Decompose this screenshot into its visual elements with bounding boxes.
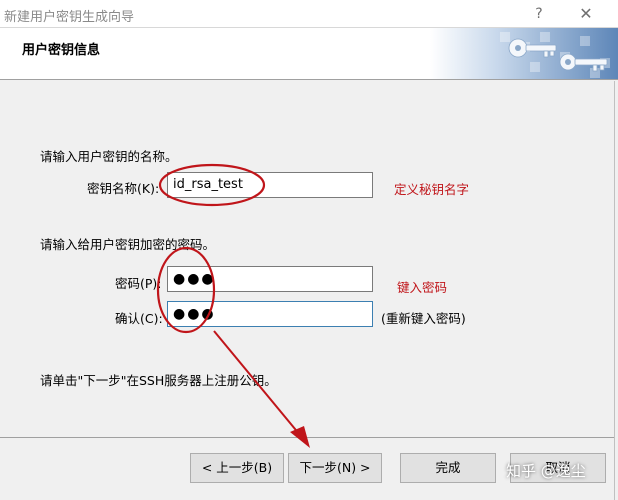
password-label: 密码(P):	[115, 276, 162, 291]
footer-divider	[0, 437, 614, 438]
close-button[interactable]: ✕	[575, 4, 597, 24]
password-instruction: 请输入给用户密钥加密的密码。	[40, 237, 216, 252]
key-name-annotation: 定义秘钥名字	[394, 182, 470, 197]
key-name-label: 密钥名称(K):	[87, 181, 160, 196]
confirm-input[interactable]: ●●●	[167, 301, 373, 327]
wizard-header: 用户密钥信息	[0, 28, 618, 80]
next-button[interactable]: 下一步(N) >	[288, 453, 382, 483]
password-input[interactable]: ●●●	[167, 266, 373, 292]
register-hint: 请单击"下一步"在SSH服务器上注册公钥。	[40, 373, 277, 388]
help-button[interactable]: ?	[528, 4, 550, 24]
key-banner-icon	[430, 28, 618, 79]
key-name-input[interactable]: id_rsa_test	[167, 172, 373, 198]
back-button[interactable]: < 上一步(B)	[190, 453, 284, 483]
title-bar: 新建用户密钥生成向导 ? ✕	[0, 0, 618, 28]
finish-button[interactable]: 完成	[400, 453, 496, 483]
password-value: ●●●	[173, 271, 216, 287]
key-name-value: id_rsa_test	[173, 177, 243, 192]
password-annotation: 键入密码	[397, 280, 448, 295]
window-title: 新建用户密钥生成向导	[4, 10, 135, 25]
page-title: 用户密钥信息	[22, 43, 101, 58]
confirm-value: ●●●	[173, 306, 216, 322]
confirm-label: 确认(C):	[115, 311, 163, 326]
confirm-hint: (重新键入密码)	[381, 311, 466, 326]
watermark: 知乎 @逸尘	[506, 462, 586, 480]
right-divider	[614, 81, 615, 500]
key-name-instruction: 请输入用户密钥的名称。	[40, 149, 178, 164]
